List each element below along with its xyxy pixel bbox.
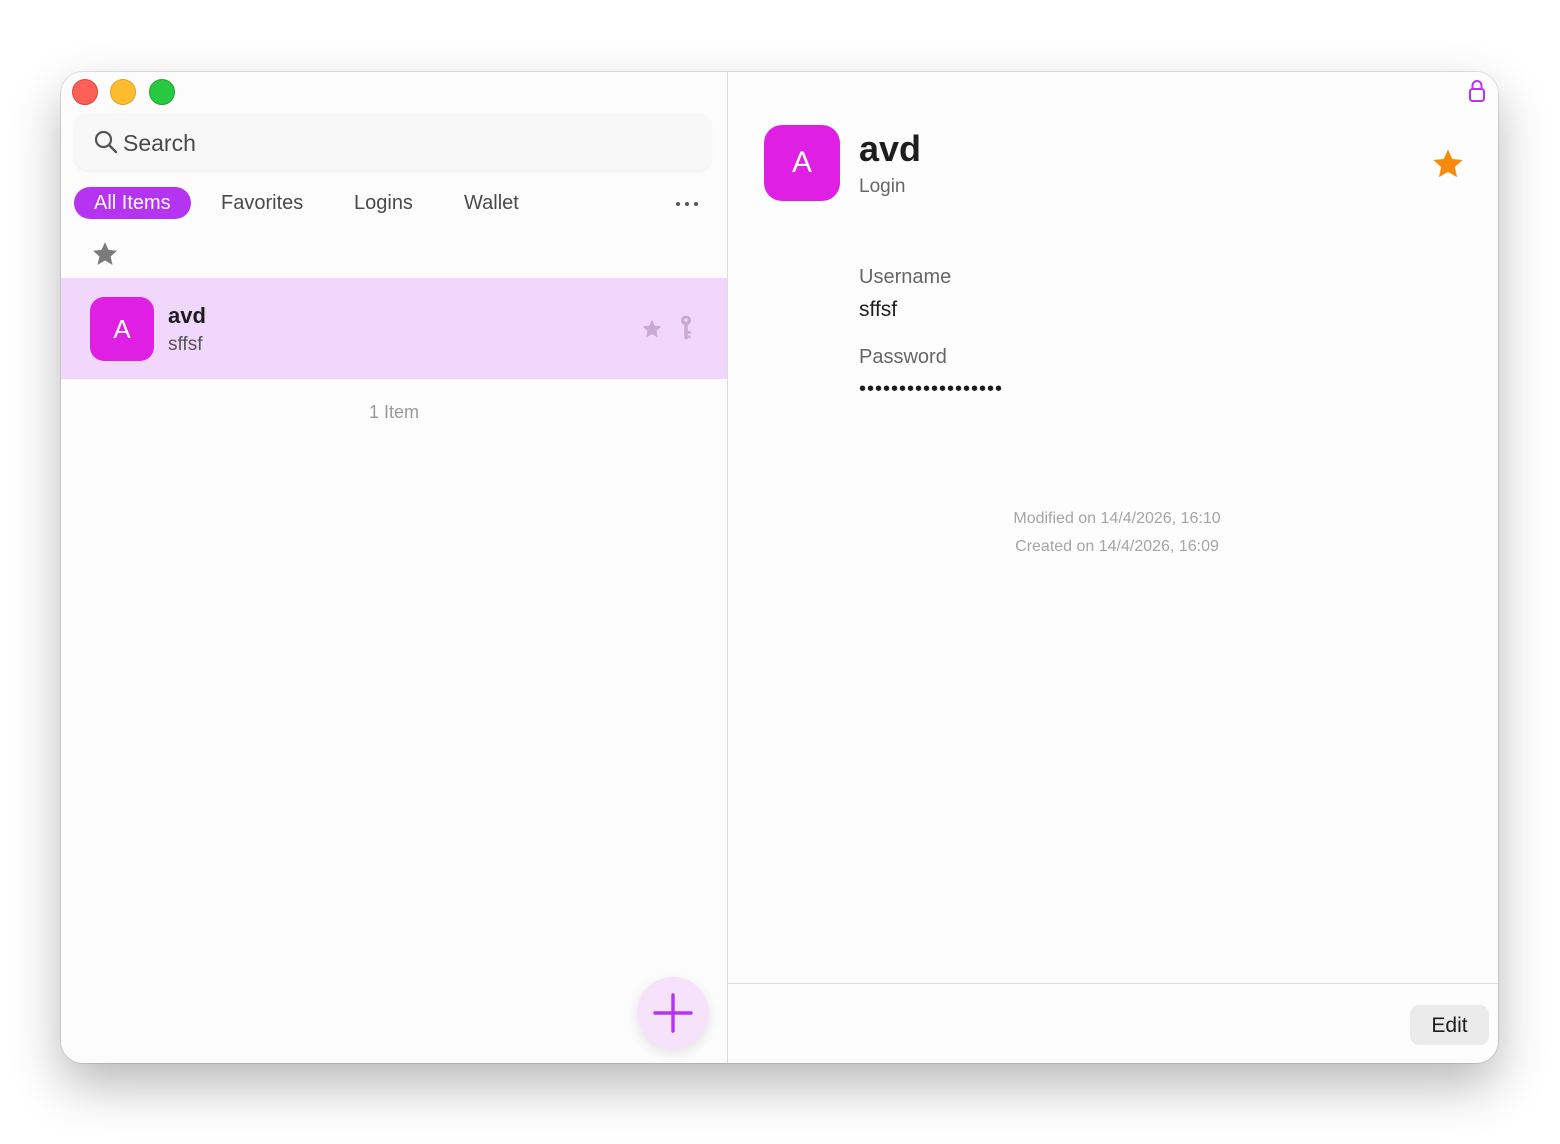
minimize-window-button[interactable] xyxy=(110,79,136,105)
password-label: Password xyxy=(859,346,947,368)
username-value[interactable]: sffsf xyxy=(859,298,897,322)
favorite-star-icon[interactable] xyxy=(1431,147,1465,181)
detail-title: avd xyxy=(859,128,922,169)
item-count: 1 Item xyxy=(368,402,420,422)
category-tabs: All Items Favorites Logins Wallet xyxy=(74,187,714,221)
list-item[interactable]: A avd sffsf xyxy=(61,278,727,379)
search-icon xyxy=(94,130,118,154)
detail-pane: A avd Login Username sffsf Password ••••… xyxy=(728,72,1498,1063)
ellipsis-icon xyxy=(694,202,698,206)
ellipsis-icon xyxy=(685,202,689,206)
item-subtitle: sffsf xyxy=(168,334,203,355)
search-input[interactable] xyxy=(121,114,685,172)
more-categories-button[interactable] xyxy=(662,187,712,219)
search-bar xyxy=(75,114,711,172)
app-window: All Items Favorites Logins Wallet A avd … xyxy=(61,72,1498,1063)
key-icon xyxy=(681,315,691,339)
add-item-button[interactable] xyxy=(637,977,709,1049)
close-window-button[interactable] xyxy=(72,79,98,105)
username-label: Username xyxy=(859,266,952,288)
edit-button[interactable]: Edit xyxy=(1410,1005,1489,1045)
item-title: avd xyxy=(168,303,206,328)
tab-wallet[interactable]: Wallet xyxy=(444,187,539,219)
modified-timestamp: Modified on 14/4/2026, 16:10 xyxy=(1013,510,1221,527)
sidebar: All Items Favorites Logins Wallet A avd … xyxy=(61,72,728,1063)
footer-divider xyxy=(728,983,1498,984)
lock-icon[interactable] xyxy=(1468,79,1486,103)
star-icon xyxy=(642,319,662,338)
tab-favorites[interactable]: Favorites xyxy=(201,187,323,219)
tab-logins[interactable]: Logins xyxy=(334,187,433,219)
zoom-window-button[interactable] xyxy=(149,79,175,105)
password-value[interactable]: •••••••••••••••••• xyxy=(859,378,1003,401)
item-avatar: A xyxy=(90,297,154,361)
ellipsis-icon xyxy=(676,202,680,206)
tab-all-items[interactable]: All Items xyxy=(74,187,191,219)
favorites-filter-star-icon[interactable] xyxy=(91,240,119,268)
detail-type: Login xyxy=(859,176,906,197)
detail-avatar: A xyxy=(764,125,840,201)
plus-icon xyxy=(653,993,693,1033)
created-timestamp: Created on 14/4/2026, 16:09 xyxy=(1015,538,1219,555)
